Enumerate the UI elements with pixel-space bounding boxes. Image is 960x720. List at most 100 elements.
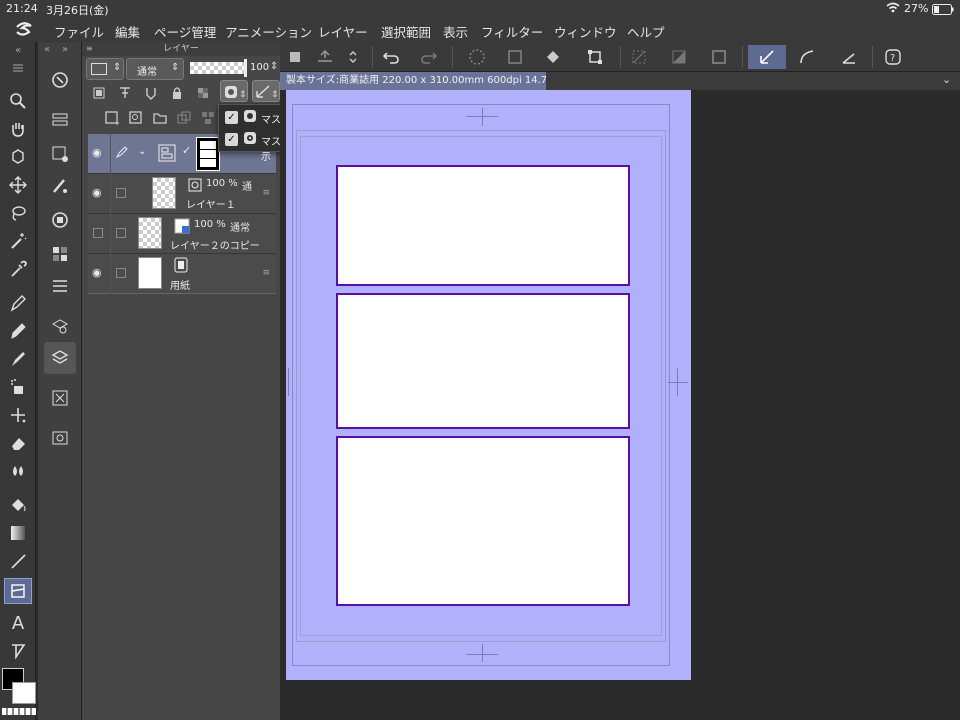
menu-file[interactable]: ファイル [54,22,104,41]
menu-edit[interactable]: 編集 [115,22,140,41]
menu-page[interactable]: ページ管理 [154,22,216,41]
opacity-stepper-icon[interactable]: ⇕ [270,61,278,72]
collapse-icon[interactable]: « [44,44,50,55]
draft-layer-icon[interactable] [118,86,132,100]
visibility-box[interactable] [93,228,103,238]
decoration-tool-icon[interactable] [4,402,32,428]
reference-layer-icon[interactable] [92,86,106,100]
transfer-layer-icon[interactable] [176,110,192,126]
chevron-down-icon[interactable]: ⌄ [942,73,951,86]
drag-handle-icon[interactable]: ≡ [262,188,270,198]
history-icon[interactable] [44,422,76,454]
export-dropdown-icon[interactable] [340,45,366,69]
material-icon[interactable] [44,270,76,302]
snap-ruler-icon[interactable] [748,45,786,69]
line-tool-icon[interactable] [4,548,32,574]
check-icon[interactable]: ✓ [225,111,238,124]
layer-row-layer1[interactable]: ◉ 100 % 通 レイヤー１ ≡ [88,174,276,214]
search-layer-icon[interactable] [44,310,76,342]
new-folder-icon[interactable] [152,110,168,126]
clip-layer-icon[interactable] [144,86,158,100]
airbrush-tool-icon[interactable] [4,374,32,400]
merge-layer-icon[interactable] [200,110,216,126]
panel-menu-icon[interactable]: ≡ [86,44,93,53]
layer-row-layer2-copy[interactable]: 100 % 通常 レイヤー２のコピー [88,214,276,254]
snap-grid-icon[interactable] [836,45,862,69]
comic-frame-3[interactable] [336,436,630,606]
expand-icon[interactable]: » [62,44,68,55]
navigator-icon[interactable] [44,64,76,96]
lasso-tool-icon[interactable] [4,200,32,226]
text-tool-icon[interactable]: A [4,610,32,636]
eraser-tool-icon[interactable] [4,430,32,456]
color-wheel-icon[interactable] [44,204,76,236]
gradient-tool-icon[interactable] [4,520,32,546]
object-tool-icon[interactable] [4,144,32,170]
collapse-left-icon[interactable]: « [4,42,32,58]
layer-color-dropdown[interactable]: ⇕ [86,58,124,80]
frame-border-tool-icon[interactable] [4,578,32,604]
tool-property-icon[interactable] [44,138,76,170]
edit-target-box[interactable] [116,228,126,238]
opacity-slider[interactable] [190,62,246,74]
pen-tool-icon[interactable] [4,290,32,316]
menu-filter[interactable]: フィルター [481,22,543,41]
redo-icon[interactable] [416,45,442,69]
tool-palette-menu-icon[interactable] [4,60,32,76]
brush-tool-icon[interactable] [4,346,32,372]
hand-tool-icon[interactable] [4,116,32,142]
opacity-value[interactable]: 100 [250,62,269,73]
clear-icon[interactable] [464,45,490,69]
layer-row-paper[interactable]: ◉ 用紙 ≡ [88,254,276,294]
comic-frame-2[interactable] [336,293,630,429]
move-tool-icon[interactable] [4,172,32,198]
folder-expand-icon[interactable]: ⌄ [138,146,146,157]
menu-animation[interactable]: アニメーション [225,22,312,41]
selection-border-icon[interactable] [706,45,732,69]
opacity-slider-handle[interactable] [244,59,247,77]
canvas-tab[interactable]: 製本サイズ:商業誌用 220.00 x 310.00mm 600dpi 14.7… [280,72,546,90]
menu-help[interactable]: ヘルプ [627,22,665,41]
eye-icon[interactable]: ◉ [92,266,102,279]
drag-handle-icon[interactable]: ≡ [262,268,270,278]
comic-frame-1[interactable] [336,165,630,286]
eye-icon[interactable]: ◉ [92,146,102,159]
ruler-layer-button[interactable]: ⇕ [252,80,280,102]
brush-size-icon[interactable] [44,170,76,202]
layer-panel-icon[interactable] [44,342,76,374]
deselect-icon[interactable] [626,45,652,69]
manga-page[interactable] [286,90,691,680]
export-icon[interactable] [312,45,338,69]
undo-icon[interactable] [378,45,404,69]
transform-icon[interactable] [582,45,608,69]
eye-icon[interactable]: ◉ [92,186,102,199]
layer-property-icon[interactable] [44,104,76,136]
new-raster-layer-icon[interactable] [104,110,120,126]
menu-selection[interactable]: 選択範囲 [381,22,431,41]
blend-mode-dropdown[interactable]: 通常 ⇕ [126,58,184,80]
menu-window[interactable]: ウィンドウ [554,22,617,41]
color-set-icon[interactable] [44,238,76,270]
menu-view[interactable]: 表示 [443,22,468,41]
help-icon[interactable]: ? [880,45,906,69]
new-vector-layer-icon[interactable] [128,110,144,126]
fill-tool-icon[interactable] [4,492,32,518]
edit-target-box[interactable] [116,268,126,278]
blend-tool-icon[interactable] [4,458,32,484]
snap-special-ruler-icon[interactable] [794,45,820,69]
balloon-tool-icon[interactable] [4,638,32,664]
invert-selection-icon[interactable] [666,45,692,69]
check-icon[interactable]: ✓ [225,133,238,146]
clear-outside-icon[interactable] [502,45,528,69]
menu-layer[interactable]: レイヤー [318,22,368,41]
lock-layer-icon[interactable] [170,86,184,100]
fill-icon[interactable] [540,45,566,69]
auto-action-icon[interactable] [44,382,76,414]
transparent-color-swatch[interactable] [2,708,36,715]
zoom-tool-icon[interactable] [4,88,32,114]
enable-mask-button[interactable]: ⇕ [220,80,248,102]
mask-thumbnail[interactable] [196,137,220,171]
lock-transparent-icon[interactable] [196,86,210,100]
app-logo-icon[interactable] [14,20,36,38]
eyedropper-icon[interactable] [4,256,32,282]
